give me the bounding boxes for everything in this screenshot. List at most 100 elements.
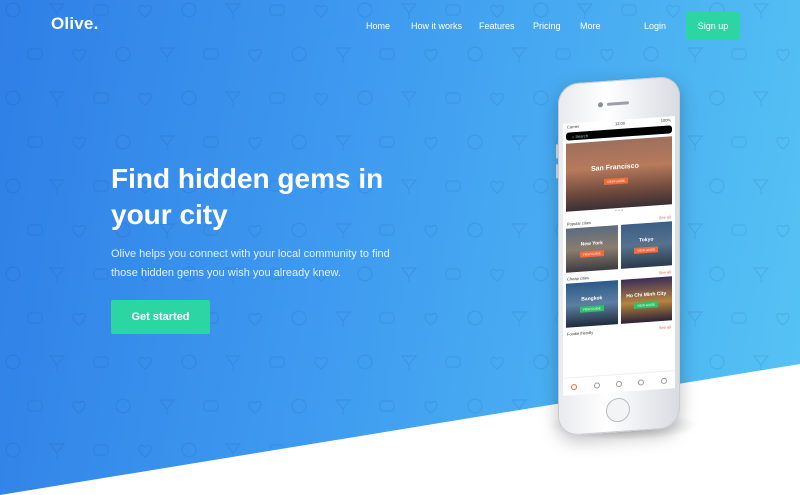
food-tab-icon[interactable] <box>593 381 600 389</box>
doodle-icon <box>334 135 352 151</box>
see-all-link[interactable]: See all <box>659 324 671 330</box>
doodle-icon <box>776 224 790 238</box>
messages-tab-icon[interactable] <box>638 378 645 386</box>
hero-headline: Find hidden gems in your city <box>111 163 384 230</box>
doodle-icon <box>357 354 373 370</box>
city-tiles: New York VIEW GUIDE Tokyo VIEW GUIDE <box>563 219 675 273</box>
city-name: Tokyo <box>639 236 654 244</box>
featured-city-card[interactable]: San Francisco VIEW GUIDE <box>566 136 672 212</box>
city-tile[interactable]: Tokyo VIEW GUIDE <box>620 221 672 269</box>
featured-city-badge[interactable]: VIEW GUIDE <box>604 177 629 186</box>
doodle-icon <box>686 223 704 239</box>
phone-home-button <box>606 397 630 423</box>
doodle-icon <box>686 135 704 151</box>
doodle-icon <box>72 224 86 238</box>
phone-speaker <box>607 101 629 106</box>
see-all-link[interactable]: See all <box>659 214 671 220</box>
login-link[interactable]: Login <box>644 21 666 31</box>
see-all-link[interactable]: See all <box>659 269 671 275</box>
doodle-icon <box>27 400 43 412</box>
doodle-icon <box>467 134 483 150</box>
doodle-icon <box>334 311 352 327</box>
doodle-icon <box>510 135 528 151</box>
nav-features[interactable]: Features <box>479 21 515 31</box>
doodle-icon <box>467 310 483 326</box>
doodle-icon <box>709 354 725 370</box>
doodle-icon <box>181 354 197 370</box>
doodle-icon <box>291 398 307 414</box>
doodle-icon <box>400 355 418 371</box>
doodle-icon <box>686 311 704 327</box>
doodle-icon <box>27 136 43 148</box>
doodle-icon <box>424 136 438 150</box>
doodle-icon <box>269 92 285 104</box>
doodle-icon <box>93 444 109 456</box>
top-nav: Olive. Home How it works Features Pricin… <box>0 0 800 52</box>
doodle-icon <box>48 443 66 459</box>
doodle-icon <box>709 178 725 194</box>
city-badge[interactable]: VIEW GUIDE <box>634 301 659 309</box>
city-badge[interactable]: VIEW GUIDE <box>579 305 604 313</box>
doodle-icon <box>248 312 262 326</box>
doodle-icon <box>731 312 747 324</box>
doodle-icon <box>291 310 307 326</box>
doodle-icon <box>445 92 461 104</box>
city-tile[interactable]: New York VIEW GUIDE <box>566 225 618 273</box>
nav-how-it-works[interactable]: How it works <box>411 21 462 31</box>
doodle-icon <box>752 179 770 195</box>
nav-pricing[interactable]: Pricing <box>533 21 561 31</box>
doodle-icon <box>224 355 242 371</box>
doodle-icon <box>138 444 152 458</box>
phone-camera <box>598 102 603 108</box>
featured-city-name: San Francisco <box>591 162 639 173</box>
doodle-icon <box>93 180 109 192</box>
doodle-icon <box>314 92 328 106</box>
doodle-icon <box>490 356 504 370</box>
doodle-icon <box>709 266 725 282</box>
phone-mockup: Carrier 12:00 100% ⌕ Search San Francisc… <box>556 75 680 437</box>
city-tile[interactable]: Bangkok VIEW GUIDE <box>566 280 618 328</box>
profile-tab-icon[interactable] <box>660 377 667 384</box>
nav-more[interactable]: More <box>580 21 601 31</box>
doodle-icon <box>115 398 131 414</box>
doodle-icon <box>731 224 747 236</box>
city-tile[interactable]: Ho Chi Minh City VIEW GUIDE <box>620 276 672 324</box>
doodle-icon <box>93 268 109 280</box>
get-started-button[interactable]: Get started <box>111 300 210 334</box>
city-badge[interactable]: VIEW GUIDE <box>579 250 604 258</box>
doodle-icon <box>48 355 66 371</box>
doodle-icon <box>424 400 438 414</box>
doodle-icon <box>314 356 328 370</box>
battery-label: 100% <box>660 117 671 124</box>
doodle-icon <box>181 90 197 106</box>
doodle-icon <box>27 224 43 236</box>
logo[interactable]: Olive. <box>51 14 99 34</box>
city-badge[interactable]: VIEW GUIDE <box>634 246 659 254</box>
doodle-icon <box>181 442 197 458</box>
doodle-icon <box>248 136 262 150</box>
doodle-icon <box>490 180 504 194</box>
doodle-icon <box>48 267 66 283</box>
doodle-icon <box>490 92 504 106</box>
doodle-icon <box>48 179 66 195</box>
doodle-icon <box>138 356 152 370</box>
doodle-icon <box>158 399 176 415</box>
city-name: Bangkok <box>581 295 603 303</box>
doodle-icon <box>5 90 21 106</box>
city-tiles: Bangkok VIEW GUIDE Ho Chi Minh City VIEW… <box>563 274 675 328</box>
doodle-icon <box>533 354 549 370</box>
doodle-icon <box>203 136 219 148</box>
drinks-tab-icon[interactable] <box>615 380 622 387</box>
doodle-icon <box>248 400 262 414</box>
phone-screen: Carrier 12:00 100% ⌕ Search San Francisc… <box>563 116 675 396</box>
app-tab-bar <box>563 370 675 396</box>
doodle-icon <box>5 178 21 194</box>
doodle-icon <box>379 400 395 412</box>
hero-subtext: Olive helps you connect with your local … <box>111 248 390 279</box>
nav-home[interactable]: Home <box>366 21 390 31</box>
signup-button[interactable]: Sign up <box>686 12 740 40</box>
doodle-icon <box>72 312 86 326</box>
explore-tab-icon[interactable] <box>571 383 578 390</box>
phone-volume-button <box>556 164 558 179</box>
doodle-icon <box>158 135 176 151</box>
